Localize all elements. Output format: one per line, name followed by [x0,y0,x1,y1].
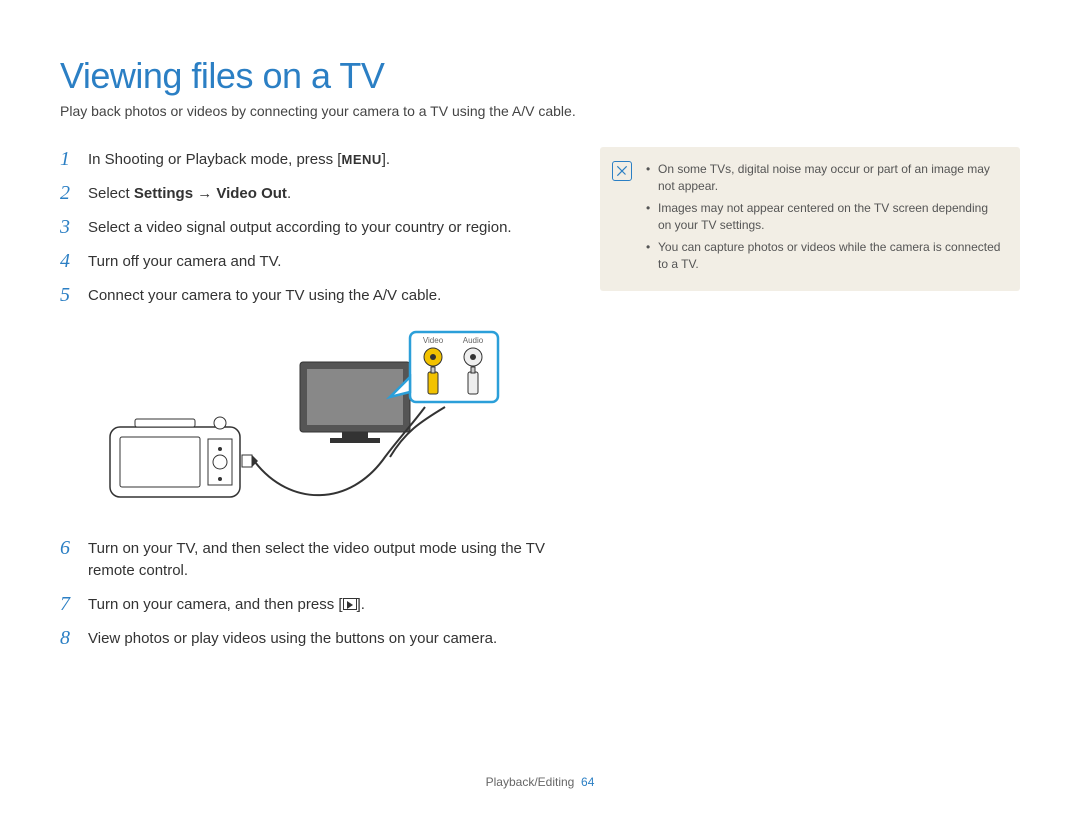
step-4: 4 Turn off your camera and TV. [60,249,560,273]
note-callout: On some TVs, digital noise may occur or … [600,147,1020,291]
note-icon [612,161,632,181]
page-title: Viewing files on a TV [60,55,1020,97]
step-6: 6 Turn on your TV, and then select the v… [60,536,560,582]
video-label: Video [423,336,444,345]
tv-icon [300,362,410,443]
page-subtitle: Play back photos or videos by connecting… [60,103,1020,119]
step-number: 5 [60,283,78,307]
menu-button-label: MENU [341,151,381,170]
page-footer: Playback/Editing 64 [0,775,1080,789]
step-text: View photos or play videos using the but… [88,626,497,650]
step-3: 3 Select a video signal output according… [60,215,560,239]
step-number: 3 [60,215,78,239]
step-7: 7 Turn on your camera, and then press []… [60,592,560,616]
page-number: 64 [581,775,594,789]
step-text: Turn off your camera and TV. [88,249,281,273]
step-text: In Shooting or Playback mode, press [MEN… [88,147,390,171]
step-5: 5 Connect your camera to your TV using t… [60,283,560,307]
note-item: You can capture photos or videos while t… [646,239,1004,274]
step-text: Turn on your TV, and then select the vid… [88,536,560,582]
step-2: 2 Select Settings → Video Out. [60,181,560,205]
note-item: On some TVs, digital noise may occur or … [646,161,1004,196]
step-number: 7 [60,592,78,616]
step-text: Select Settings → Video Out. [88,181,291,205]
connection-diagram: Video Audio [90,327,510,517]
camera-icon [110,417,240,497]
step-number: 4 [60,249,78,273]
step-text: Select a video signal output according t… [88,215,512,239]
step-number: 6 [60,536,78,560]
step-1: 1 In Shooting or Playback mode, press [M… [60,147,560,171]
step-8: 8 View photos or play videos using the b… [60,626,560,650]
note-item: Images may not appear centered on the TV… [646,200,1004,235]
step-number: 1 [60,147,78,171]
audio-plug-icon [468,372,478,394]
video-plug-icon [428,372,438,394]
steps-column: 1 In Shooting or Playback mode, press [M… [60,147,560,660]
step-number: 8 [60,626,78,650]
step-number: 2 [60,181,78,205]
footer-section: Playback/Editing [486,775,575,789]
playback-icon [343,598,357,610]
audio-label: Audio [463,336,484,345]
step-text: Turn on your camera, and then press []. [88,592,365,616]
step-text: Connect your camera to your TV using the… [88,283,441,307]
